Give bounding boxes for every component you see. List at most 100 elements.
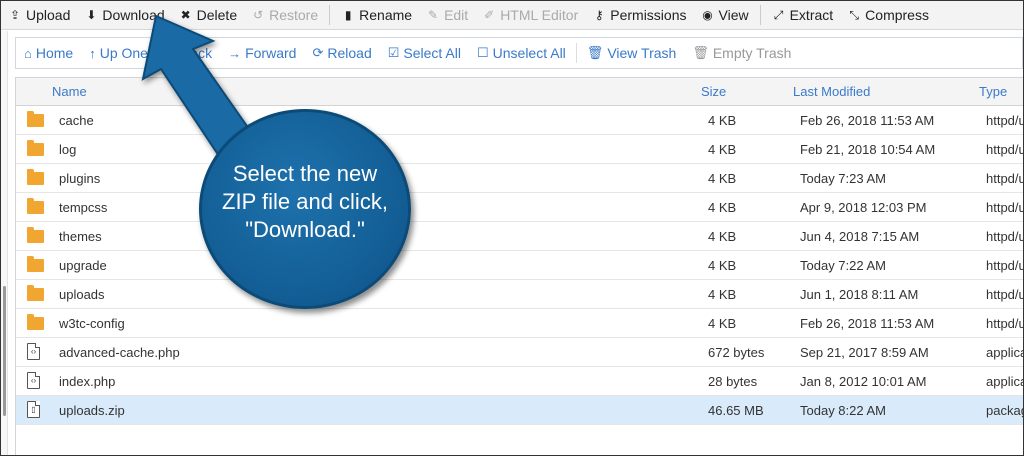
- key-icon: ⚷: [594, 8, 604, 22]
- table-header: Name Size Last Modified Type: [16, 78, 1023, 106]
- file-name: w3tc-config: [59, 316, 125, 331]
- view-trash-button[interactable]: 🗑 View Trash: [579, 45, 685, 61]
- file-modified: Feb 26, 2018 11:53 AM: [800, 316, 935, 331]
- edit-button[interactable]: ✎ Edit: [419, 1, 475, 29]
- upload-button[interactable]: ⇪ Upload: [1, 1, 77, 29]
- table-row-selected[interactable]: ▯ uploads.zip 46.65 MB Today 8:22 AM pac…: [16, 396, 1023, 425]
- table-row[interactable]: plugins 4 KB Today 7:23 AM httpd/u: [16, 164, 1023, 193]
- file-name: advanced-cache.php: [59, 345, 180, 360]
- file-size: 672 bytes: [708, 345, 765, 360]
- table-row[interactable]: ‹› index.php 28 bytes Jan 8, 2012 10:01 …: [16, 367, 1023, 396]
- table-row[interactable]: themes 4 KB Jun 4, 2018 7:15 AM httpd/u: [16, 222, 1023, 251]
- file-modified: Sep 21, 2017 8:59 AM: [800, 345, 929, 360]
- file-type: httpd/u: [986, 287, 1024, 302]
- table-row[interactable]: tempcss 4 KB Apr 9, 2018 12:03 PM httpd/…: [16, 193, 1023, 222]
- file-type: applica: [986, 374, 1024, 389]
- up-one-button[interactable]: ↑ Up One: [81, 45, 156, 61]
- view-button[interactable]: ◉ View: [694, 1, 756, 29]
- rename-button[interactable]: ▮ Rename: [334, 1, 419, 29]
- extract-button[interactable]: ⤢ Extract: [765, 1, 841, 29]
- file-name: uploads.zip: [59, 403, 125, 418]
- toolbar-divider: [329, 5, 331, 25]
- html-editor-button[interactable]: ✐ HTML Editor: [475, 1, 585, 29]
- upload-icon: ⇪: [9, 8, 21, 22]
- delete-button[interactable]: ✖ Delete: [172, 1, 244, 29]
- trash-icon: 🗑: [586, 45, 604, 60]
- file-size: 28 bytes: [708, 374, 758, 389]
- forward-button[interactable]: → Forward: [220, 45, 304, 61]
- file-size: 4 KB: [708, 171, 737, 186]
- file-name: themes: [59, 229, 102, 244]
- file-size: 46.65 MB: [708, 403, 764, 418]
- column-header-last-modified[interactable]: Last Modified: [793, 84, 870, 99]
- file-name: upgrade: [59, 258, 107, 273]
- sidebar-scrollbar[interactable]: [3, 286, 6, 416]
- file-table: Name Size Last Modified Type cache 4 KB …: [15, 77, 1023, 455]
- unselect-all-button[interactable]: ☐ Unselect All: [469, 45, 574, 61]
- table-row[interactable]: log 4 KB Feb 21, 2018 10:54 AM httpd/u: [16, 135, 1023, 164]
- file-type: httpd/u: [986, 142, 1024, 157]
- file-type: httpd/u: [986, 229, 1024, 244]
- restore-icon: ↺: [253, 8, 264, 22]
- table-row[interactable]: uploads 4 KB Jun 1, 2018 8:11 AM httpd/u: [16, 280, 1023, 309]
- expand-icon: ⤢: [773, 7, 784, 22]
- restore-button[interactable]: ↺ Restore: [244, 1, 325, 29]
- table-row[interactable]: upgrade 4 KB Today 7:22 AM httpd/u: [16, 251, 1023, 280]
- instruction-callout: Select the new ZIP file and click, "Down…: [199, 109, 411, 309]
- folder-icon: [27, 256, 44, 272]
- file-toolbar: ⇪ Upload ⬇ Download ✖ Delete ↺ Restore ▮ Rena…: [1, 1, 1023, 30]
- eye-icon: ◉: [702, 8, 713, 22]
- code-file-icon: ‹›: [27, 372, 40, 389]
- nav-divider: [575, 43, 577, 63]
- file-modified: Jun 4, 2018 7:15 AM: [800, 229, 920, 244]
- file-name: index.php: [59, 374, 116, 389]
- file-manager-window: ⇪ Upload ⬇ Download ✖ Delete ↺ Restore ▮ Rena…: [0, 0, 1024, 456]
- folder-icon: [27, 140, 44, 156]
- home-button[interactable]: ⌂ Home: [16, 45, 81, 61]
- folder-icon: [27, 169, 44, 185]
- file-type: httpd/u: [986, 258, 1024, 273]
- file-modified: Today 7:22 AM: [800, 258, 886, 273]
- arrow-left-icon: ←: [163, 45, 177, 61]
- folder-icon: [27, 111, 44, 127]
- checkbox-empty-icon: ☐: [476, 45, 489, 60]
- empty-trash-button[interactable]: 🗑 Empty Trash: [684, 45, 799, 61]
- rename-icon: ▮: [344, 8, 352, 22]
- file-modified: Jan 8, 2012 10:01 AM: [800, 374, 927, 389]
- file-size: 4 KB: [708, 316, 737, 331]
- sidebar-edge: [1, 31, 8, 455]
- folder-icon: [27, 314, 44, 330]
- reload-button[interactable]: ⟳ Reload: [304, 45, 379, 61]
- download-button[interactable]: ⬇ Download: [77, 1, 171, 29]
- table-row[interactable]: ‹› advanced-cache.php 672 bytes Sep 21, …: [16, 338, 1023, 367]
- table-row[interactable]: cache 4 KB Feb 26, 2018 11:53 AM httpd/u: [16, 106, 1023, 135]
- file-size: 4 KB: [708, 142, 737, 157]
- file-size: 4 KB: [708, 200, 737, 215]
- back-button[interactable]: ← Back: [156, 45, 220, 61]
- callout-line-3: "Download.": [245, 217, 365, 242]
- file-type: httpd/u: [986, 200, 1024, 215]
- file-modified: Today 8:22 AM: [800, 403, 886, 418]
- file-type: httpd/u: [986, 171, 1024, 186]
- navigation-bar: ⌂ Home ↑ Up One ← Back → Forward ⟳ Reload ☑ Se…: [15, 37, 1023, 69]
- folder-icon: [27, 198, 44, 214]
- file-modified: Feb 26, 2018 11:53 AM: [800, 113, 935, 128]
- permissions-button[interactable]: ⚷ Permissions: [585, 1, 693, 29]
- table-row[interactable]: w3tc-config 4 KB Feb 26, 2018 11:53 AM h…: [16, 309, 1023, 338]
- file-type: httpd/u: [986, 316, 1024, 331]
- compress-button[interactable]: ⤡ Compress: [840, 1, 936, 29]
- file-modified: Jun 1, 2018 8:11 AM: [800, 287, 919, 302]
- column-header-name[interactable]: Name: [52, 84, 87, 99]
- zip-file-icon: ▯: [27, 401, 40, 418]
- file-name: plugins: [59, 171, 101, 186]
- download-icon: ⬇: [86, 8, 97, 22]
- column-header-size[interactable]: Size: [701, 84, 726, 99]
- column-header-type[interactable]: Type: [979, 84, 1007, 99]
- file-modified: Today 7:23 AM: [800, 171, 886, 186]
- trash-icon: 🗑: [692, 45, 709, 60]
- pencil-icon: ✎: [428, 8, 439, 22]
- select-all-button[interactable]: ☑ Select All: [380, 45, 469, 61]
- code-file-icon: ‹›: [27, 343, 40, 360]
- file-type: httpd/u: [986, 113, 1024, 128]
- compress-icon: ⤡: [849, 7, 859, 22]
